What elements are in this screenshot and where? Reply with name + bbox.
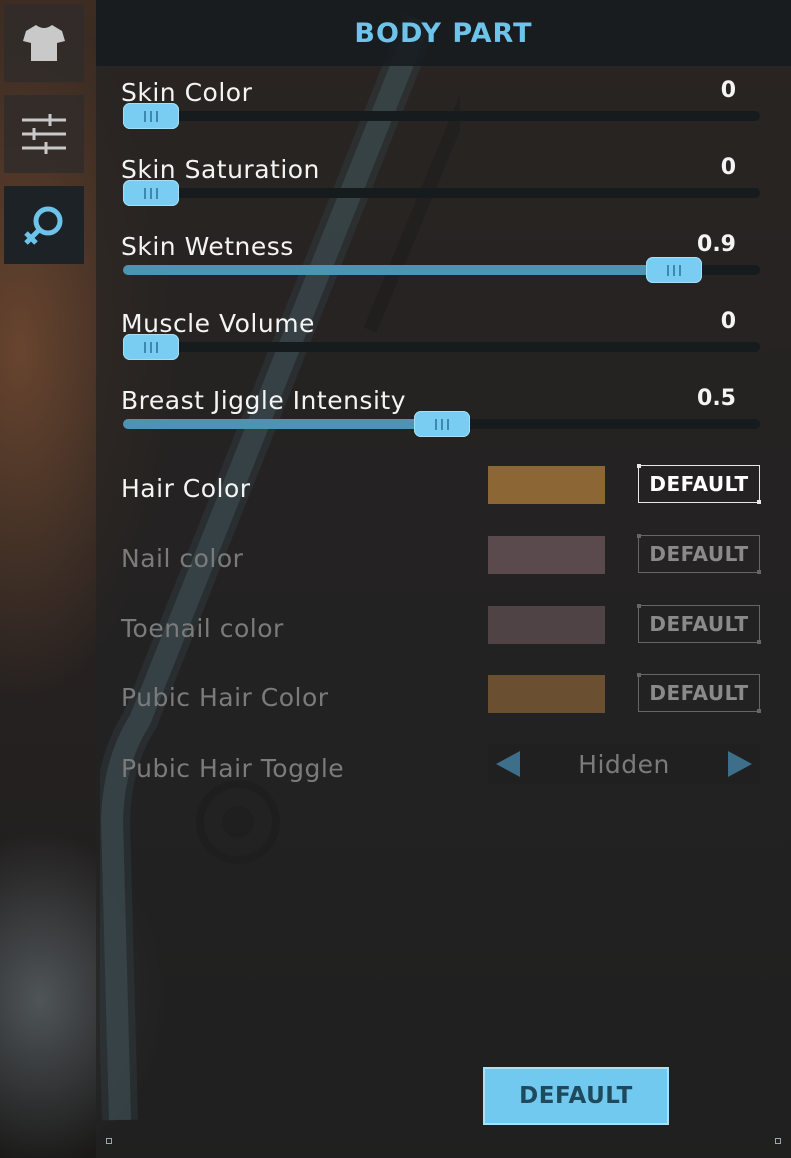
slider-value: 0.5 xyxy=(697,386,736,411)
corner-marker xyxy=(775,1138,781,1144)
nail-color-swatch[interactable] xyxy=(488,536,605,574)
pubic-hair-color-swatch[interactable] xyxy=(488,675,605,713)
slider-skin-wetness: Skin Wetness 0.9 xyxy=(121,232,761,283)
female-symbol-icon xyxy=(24,206,63,245)
category-tabs xyxy=(4,4,84,277)
slider-value: 0 xyxy=(720,309,736,334)
slider-label: Skin Saturation xyxy=(121,155,320,184)
toenail-color-default-button[interactable]: DEFAULT xyxy=(637,604,761,644)
shirt-icon xyxy=(23,25,65,61)
slider-track[interactable] xyxy=(123,257,760,283)
slider-track[interactable] xyxy=(123,334,760,360)
arrow-right-icon[interactable] xyxy=(728,751,752,777)
nail-color-label: Nail color xyxy=(121,544,244,573)
sliders-icon xyxy=(22,114,66,154)
slider-handle[interactable] xyxy=(123,334,179,360)
slider-value: 0 xyxy=(720,155,736,180)
toenail-color-label: Toenail color xyxy=(121,614,284,643)
pubic-hair-color-label: Pubic Hair Color xyxy=(121,683,329,712)
slider-value: 0 xyxy=(720,78,736,103)
hair-color-swatch[interactable] xyxy=(488,466,605,504)
slider-muscle-volume: Muscle Volume 0 xyxy=(121,309,761,360)
slider-label: Muscle Volume xyxy=(121,309,315,338)
slider-skin-saturation: Skin Saturation 0 xyxy=(121,155,761,206)
slider-track[interactable] xyxy=(123,411,760,437)
corner-marker xyxy=(106,1138,112,1144)
pubic-hair-toggle-label: Pubic Hair Toggle xyxy=(121,754,345,783)
slider-track[interactable] xyxy=(123,180,760,206)
slider-label: Skin Color xyxy=(121,78,253,107)
hair-color-default-button[interactable]: DEFAULT xyxy=(637,464,761,504)
panel-title: BODY PART xyxy=(354,17,533,49)
hair-color-label: Hair Color xyxy=(121,474,251,503)
pubic-hair-toggle-value: Hidden xyxy=(578,750,670,779)
toenail-color-swatch[interactable] xyxy=(488,606,605,644)
default-button[interactable]: DEFAULT xyxy=(483,1067,669,1125)
tab-body-part[interactable] xyxy=(4,186,84,264)
pubic-hair-toggle-selector: Hidden xyxy=(488,744,760,784)
body-part-panel: BODY PART Skin Color 0 Skin Saturation 0… xyxy=(96,0,791,1158)
slider-fill xyxy=(123,419,442,429)
slider-breast-jiggle-intensity: Breast Jiggle Intensity 0.5 xyxy=(121,386,761,437)
slider-fill xyxy=(123,265,674,275)
slider-skin-color: Skin Color 0 xyxy=(121,78,761,129)
pubic-hair-color-default-button[interactable]: DEFAULT xyxy=(637,673,761,713)
slider-handle[interactable] xyxy=(413,411,470,437)
slider-handle[interactable] xyxy=(645,257,702,283)
tab-clothing[interactable] xyxy=(4,4,84,82)
nail-color-default-button[interactable]: DEFAULT xyxy=(637,534,761,574)
slider-track[interactable] xyxy=(123,103,760,129)
slider-handle[interactable] xyxy=(123,103,179,129)
slider-value: 0.9 xyxy=(697,232,736,257)
tab-adjustments[interactable] xyxy=(4,95,84,173)
slider-handle[interactable] xyxy=(123,180,179,206)
panel-header: BODY PART xyxy=(96,0,791,66)
